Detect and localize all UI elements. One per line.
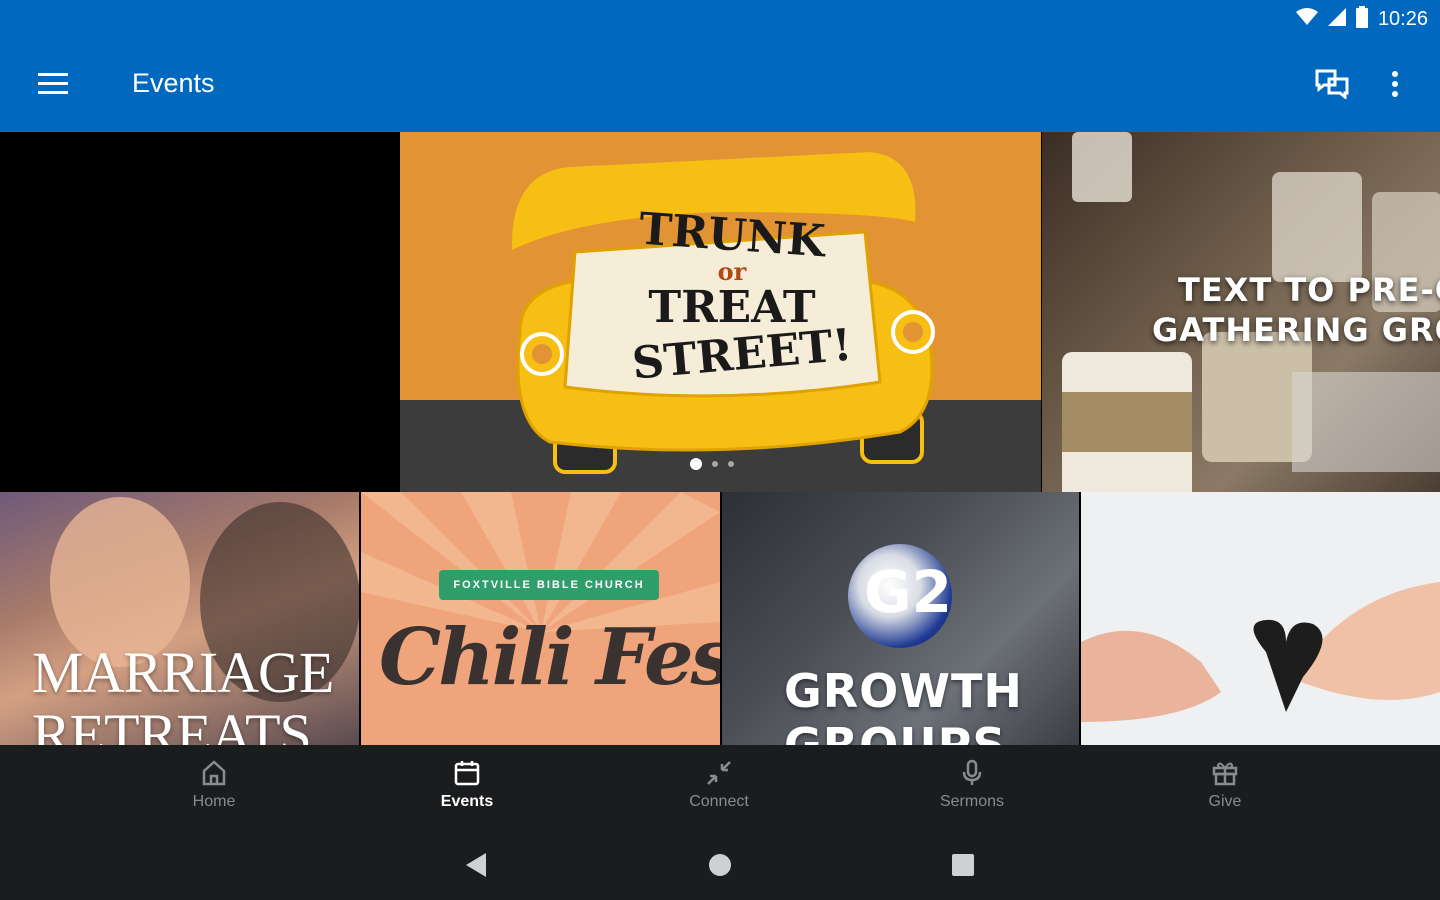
- g2-logo: G2: [848, 544, 952, 648]
- calendar-icon: [451, 757, 483, 789]
- connect-icon: [703, 757, 735, 789]
- event-tile-marriage-retreats[interactable]: MARRIAGE RETREATS: [0, 492, 359, 745]
- slide-title: TRUNK or TREAT STREET!: [630, 204, 854, 390]
- home-icon: [198, 757, 230, 789]
- recents-button[interactable]: [943, 847, 983, 887]
- carousel-slide-pre-gathering[interactable]: TEXT TO PRE-C GATHERING GRO: [1042, 132, 1440, 492]
- status-bar: 10:26: [0, 0, 1440, 40]
- microphone-icon: [956, 757, 988, 789]
- recents-icon: [951, 853, 975, 882]
- tile-title-line: RETREATS: [32, 702, 312, 746]
- menu-button[interactable]: [30, 66, 76, 106]
- tile-title-line: GROUPS: [784, 718, 1007, 745]
- featured-carousel[interactable]: TRUNK or TREAT STREET! TEXT TO PRE-C GAT…: [0, 132, 1440, 492]
- page-title: Events: [132, 68, 215, 98]
- event-tile-growth-groups[interactable]: G2 GROWTH GROUPS: [722, 492, 1079, 745]
- nav-label: Sermons: [939, 793, 1005, 810]
- tile-subtitle-banner: FOXTVILLE BIBLE CHURCH: [439, 570, 659, 600]
- tile-title-line: MARRIAGE: [32, 640, 334, 705]
- more-vert-icon: [1392, 70, 1398, 102]
- back-icon: [464, 852, 488, 883]
- carousel-slide-trunk-or-treat[interactable]: TRUNK or TREAT STREET!: [400, 132, 1041, 492]
- wifi-icon: [1295, 8, 1318, 31]
- status-time: 10:26: [1377, 8, 1428, 30]
- slide-title-line: TRUNK: [637, 203, 827, 268]
- slide-caption-line: TEXT TO PRE-C: [1178, 271, 1440, 309]
- home-system-button[interactable]: [700, 847, 740, 887]
- nav-label: Connect: [689, 793, 749, 810]
- events-grid: MARRIAGE RETREATS FOXTVILLE BIBLE CHURCH…: [0, 492, 1440, 745]
- tile-title: MARRIAGE RETREATS: [32, 640, 334, 746]
- nav-item-home[interactable]: Home: [144, 745, 284, 831]
- carousel-dot[interactable]: [712, 461, 718, 467]
- tile-title-line: GROWTH: [784, 664, 1023, 718]
- event-tile-heart[interactable]: [1081, 492, 1440, 745]
- carousel-dot[interactable]: [728, 461, 734, 467]
- nav-item-connect[interactable]: Connect: [649, 745, 789, 831]
- nav-label: Events: [440, 793, 494, 810]
- chat-button[interactable]: [1310, 64, 1354, 108]
- nav-item-sermons[interactable]: Sermons: [902, 745, 1042, 831]
- bottom-navigation: Home Events Connect Sermons Give: [0, 745, 1440, 831]
- nav-label: Give: [1208, 793, 1242, 810]
- app-bar: Events: [0, 40, 1440, 132]
- gift-icon: [1209, 757, 1241, 789]
- menu-icon: [38, 72, 68, 100]
- back-button[interactable]: [456, 847, 496, 887]
- signal-icon: [1327, 8, 1346, 31]
- event-tile-chili-fest[interactable]: FOXTVILLE BIBLE CHURCH Chili Fest: [361, 492, 720, 745]
- slide-title-line: STREET!: [630, 319, 854, 390]
- logo-text: G2: [864, 558, 952, 626]
- nav-item-give[interactable]: Give: [1155, 745, 1295, 831]
- tile-title: GROWTH GROUPS: [784, 664, 1023, 745]
- carousel-pagination[interactable]: [690, 458, 734, 470]
- home-circle-icon: [708, 853, 732, 882]
- slide-caption-line: GATHERING GRO: [1152, 311, 1440, 349]
- system-navigation-bar: [0, 831, 1440, 900]
- battery-icon: [1355, 6, 1368, 33]
- nav-label: Home: [192, 793, 236, 810]
- chat-icon: [1315, 69, 1349, 104]
- carousel-dot[interactable]: [690, 458, 702, 470]
- tile-title: Chili Fest: [379, 612, 720, 703]
- nav-item-events[interactable]: Events: [397, 745, 537, 831]
- more-options-button[interactable]: [1378, 64, 1412, 108]
- slide-caption: TEXT TO PRE-C GATHERING GRO: [1152, 270, 1440, 350]
- hands-heart-image: [1081, 582, 1440, 722]
